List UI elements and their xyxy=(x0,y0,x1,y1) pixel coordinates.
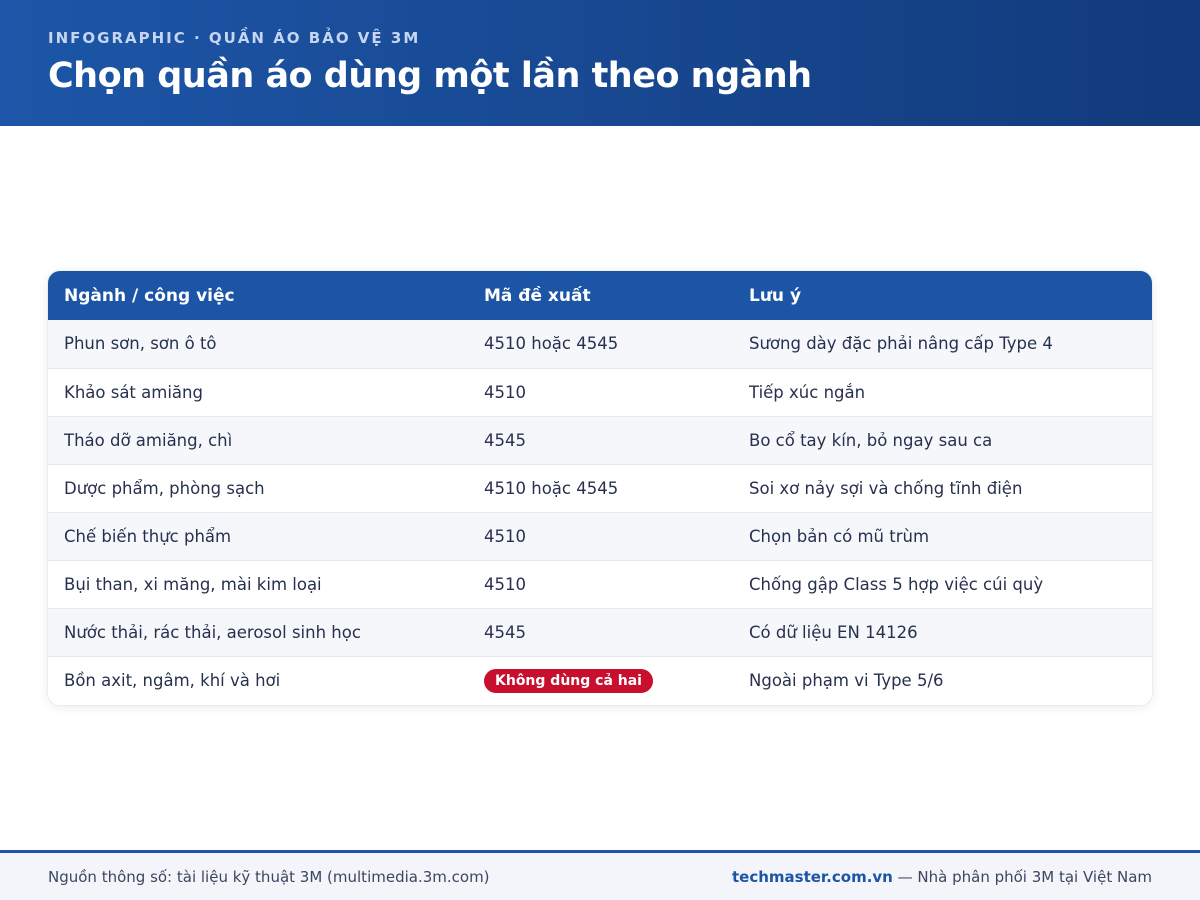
table-row: Khảo sát amiăng 4510 Tiếp xúc ngắn xyxy=(48,368,1152,416)
code-cell: 4510 hoặc 4545 xyxy=(484,478,619,498)
note-cell: Chống gập Class 5 hợp việc cúi quỳ xyxy=(749,574,1044,594)
column-header-note: Lưu ý xyxy=(749,285,802,306)
note-cell: Ngoài phạm vi Type 5/6 xyxy=(749,671,944,691)
page-header: INFOGRAPHIC · QUẦN ÁO BẢO VỆ 3M Chọn quầ… xyxy=(0,0,1200,126)
distributor-credit: techmaster.com.vn — Nhà phân phối 3M tại… xyxy=(732,868,1152,886)
table-row: Phun sơn, sơn ô tô 4510 hoặc 4545 Sương … xyxy=(48,320,1152,368)
note-cell: Sương dày đặc phải nâng cấp Type 4 xyxy=(749,334,1053,354)
page-title: Chọn quần áo dùng một lần theo ngành xyxy=(48,56,812,96)
code-cell: 4510 hoặc 4545 xyxy=(484,334,619,354)
industry-table-card: Ngành / công việc Mã đề xuất Lưu ý Phun … xyxy=(48,271,1152,705)
industry-cell: Dược phẩm, phòng sạch xyxy=(64,478,265,498)
brand-link[interactable]: techmaster.com.vn xyxy=(732,868,893,886)
column-header-code: Mã đề xuất xyxy=(484,285,591,306)
table-row: Bồn axit, ngâm, khí và hơi Không dùng cả… xyxy=(48,656,1152,705)
table-row: Bụi than, xi măng, mài kim loại 4510 Chố… xyxy=(48,560,1152,608)
note-cell: Tiếp xúc ngắn xyxy=(749,382,866,402)
industry-cell: Khảo sát amiăng xyxy=(64,382,203,402)
brand-tagline: — Nhà phân phối 3M tại Việt Nam xyxy=(892,867,1152,886)
table-header: Ngành / công việc Mã đề xuất Lưu ý xyxy=(48,271,1152,320)
note-cell: Bo cổ tay kín, bỏ ngay sau ca xyxy=(749,430,993,450)
code-cell: 4510 xyxy=(484,574,526,594)
code-cell: Không dùng cả hai xyxy=(468,656,733,705)
table-body: Phun sơn, sơn ô tô 4510 hoặc 4545 Sương … xyxy=(48,320,1152,705)
industry-cell: Chế biến thực phẩm xyxy=(64,526,232,546)
note-cell: Có dữ liệu EN 14126 xyxy=(749,622,918,642)
column-header-industry: Ngành / công việc xyxy=(64,285,235,306)
table-row: Nước thải, rác thải, aerosol sinh học 45… xyxy=(48,608,1152,656)
code-cell: 4545 xyxy=(484,430,526,450)
industry-table: Ngành / công việc Mã đề xuất Lưu ý Phun … xyxy=(48,271,1152,705)
table-row: Dược phẩm, phòng sạch 4510 hoặc 4545 Soi… xyxy=(48,464,1152,512)
code-cell: 4510 xyxy=(484,526,526,546)
page-footer: Nguồn thông số: tài liệu kỹ thuật 3M (mu… xyxy=(0,850,1200,900)
industry-cell: Bồn axit, ngâm, khí và hơi xyxy=(64,671,281,691)
industry-cell: Nước thải, rác thải, aerosol sinh học xyxy=(64,622,361,642)
table-header-row: Ngành / công việc Mã đề xuất Lưu ý xyxy=(48,271,1152,320)
header-eyebrow: INFOGRAPHIC · QUẦN ÁO BẢO VỆ 3M xyxy=(48,29,421,47)
source-note: Nguồn thông số: tài liệu kỹ thuật 3M (mu… xyxy=(48,867,490,886)
industry-cell: Bụi than, xi măng, mài kim loại xyxy=(64,574,322,594)
note-cell: Chọn bản có mũ trùm xyxy=(749,526,930,546)
industry-cell: Phun sơn, sơn ô tô xyxy=(64,334,217,354)
table-row: Chế biến thực phẩm 4510 Chọn bản có mũ t… xyxy=(48,512,1152,560)
code-cell: 4510 xyxy=(484,382,526,402)
table-row: Tháo dỡ amiăng, chì 4545 Bo cổ tay kín, … xyxy=(48,416,1152,464)
code-cell: 4545 xyxy=(484,622,526,642)
industry-cell: Tháo dỡ amiăng, chì xyxy=(64,430,233,450)
note-cell: Soi xơ nảy sợi và chống tĩnh điện xyxy=(749,478,1023,498)
not-suitable-badge: Không dùng cả hai xyxy=(484,668,653,693)
